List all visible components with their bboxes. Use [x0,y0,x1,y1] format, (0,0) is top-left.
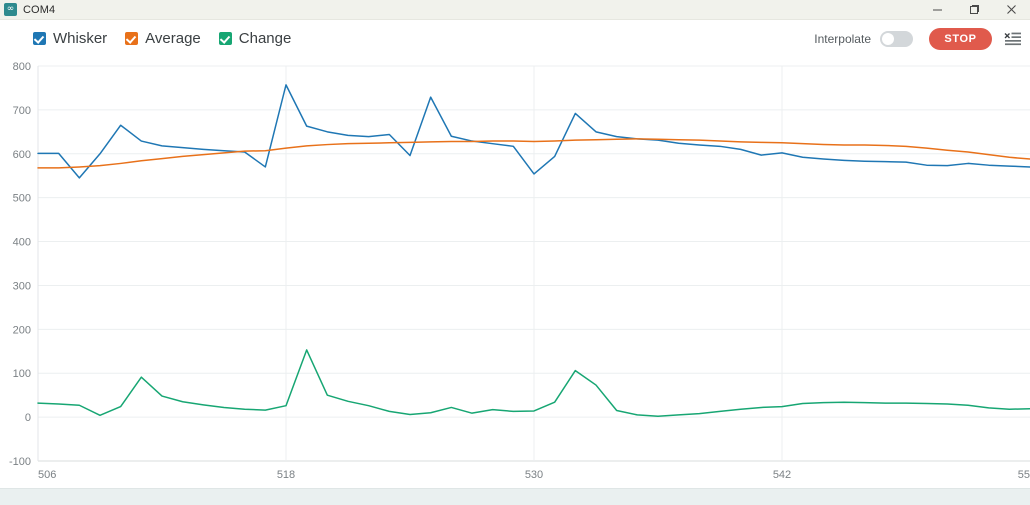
interpolate-toggle[interactable] [880,30,913,47]
status-bar [0,488,1030,505]
chart-toolbar: Whisker Average Change Interpolate STOP [0,20,1030,57]
checkbox-whisker[interactable] [33,32,46,45]
infinity-icon: ∞ [4,3,17,16]
y-tick-label: 500 [13,193,31,205]
series-label-change: Change [238,30,292,47]
window-controls [919,0,1030,19]
series-label-average: Average [145,30,201,47]
close-button[interactable] [993,0,1030,19]
series-toggle-average[interactable]: Average [125,30,201,47]
checkbox-change[interactable] [218,32,232,45]
y-tick-label: 300 [13,280,31,292]
series-toggle-change[interactable]: Change [218,30,292,47]
x-tick-label: 518 [277,469,295,481]
line-chart[interactable]: -1000100200300400500600700800 506 518 530 5… [0,57,1030,498]
x-tick-label: 506 [38,469,56,481]
x-tick-label: 55 [1018,469,1030,481]
checkbox-average[interactable] [125,32,139,45]
y-tick-label: 0 [25,412,31,424]
x-tick-label: 530 [525,469,543,481]
y-tick-label: 100 [13,368,31,380]
window-title: COM4 [23,3,56,16]
title-bar: ∞ COM4 [0,0,1030,20]
interpolate-label: Interpolate [814,31,871,46]
y-tick-label: 200 [13,324,31,336]
export-list-icon[interactable] [1004,31,1022,47]
vertical-gridlines [285,66,783,461]
maximize-button[interactable] [956,0,993,19]
y-tick-label: 700 [13,105,31,117]
y-axis-tick-labels: -100 0 100 200 300 400 500 600 700 800 [9,61,31,468]
series-toggle-whisker[interactable]: Whisker [33,30,107,47]
stop-button[interactable]: STOP [929,27,992,50]
x-axis-tick-labels: 506 518 530 542 55 [38,469,1030,481]
chart-area[interactable]: -100 0 100 200 300 400 500 600 700 800 506 518 530 5… [0,57,1030,498]
x-tick-label: 542 [773,469,791,481]
y-tick-label: 800 [13,61,31,73]
y-tick-label: -100 [9,456,31,468]
toolbar-right-group: Interpolate STOP [814,20,1022,57]
minimize-button[interactable] [919,0,956,19]
interpolate-toggle-knob [882,32,894,45]
y-tick-label: 600 [13,149,31,161]
y-tick-label: 400 [13,237,31,249]
series-label-whisker: Whisker [53,30,108,47]
